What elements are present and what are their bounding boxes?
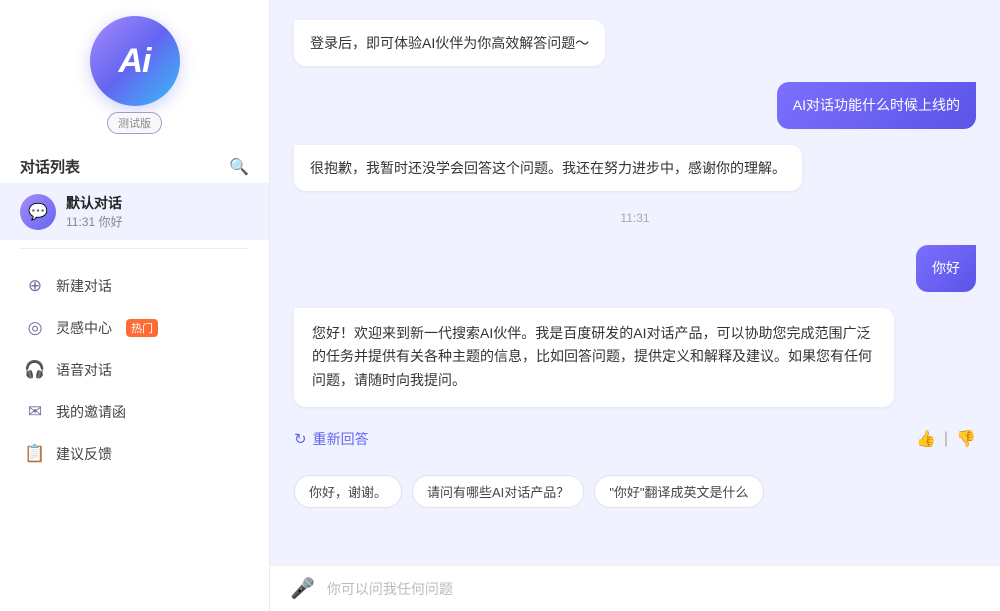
user-bubble-1: AI对话功能什么时候上线的 bbox=[777, 82, 976, 128]
chip-2[interactable]: "你好"翻译成英文是什么 bbox=[594, 475, 763, 508]
nav-item-feedback[interactable]: 📋 建议反馈 bbox=[0, 433, 269, 475]
logo-text: Ai bbox=[119, 42, 151, 81]
nav-item-new-conv[interactable]: ⊕ 新建对话 bbox=[0, 265, 269, 307]
input-area: 🎤 bbox=[270, 565, 1000, 611]
conv-avatar: 💬 bbox=[20, 194, 56, 230]
regen-label: 重新回答 bbox=[313, 429, 369, 449]
logo-circle: Ai bbox=[90, 16, 180, 106]
feedback-icon: 📋 bbox=[24, 444, 46, 464]
voice-icon: 🎧 bbox=[24, 360, 46, 380]
nav-label-voice: 语音对话 bbox=[56, 360, 112, 380]
main-chat-area: 登录后，即可体验AI伙伴为你高效解答问题～ AI对话功能什么时候上线的 很抱歉，… bbox=[270, 0, 1000, 611]
sidebar: Ai 测试版 对话列表 🔍 💬 默认对话 11:31 你好 ⊕ 新建对话 ◎ 灵… bbox=[0, 0, 270, 611]
chip-1[interactable]: 请问有哪些AI对话产品？ bbox=[412, 475, 584, 508]
nav-label-inspire: 灵感中心 bbox=[56, 318, 112, 338]
ai-bubble-1: 很抱歉，我暂时还没学会回答这个问题。我还在努力进步中，感谢你的理解。 bbox=[294, 145, 802, 191]
beta-badge: 测试版 bbox=[107, 112, 162, 134]
actions-row: ↻ 重新回答 👍 | 👎 bbox=[294, 423, 976, 455]
hot-badge: 热门 bbox=[126, 319, 158, 337]
user-bubble-2: 你好 bbox=[916, 245, 976, 291]
invite-icon: ✉ bbox=[24, 402, 46, 422]
logo-area: Ai 测试版 bbox=[90, 16, 180, 134]
user-message-1: AI对话功能什么时候上线的 bbox=[294, 82, 976, 128]
feedback-icons: 👍 | 👎 bbox=[916, 429, 976, 449]
sidebar-divider bbox=[20, 248, 249, 249]
nav-item-invite[interactable]: ✉ 我的邀请函 bbox=[0, 391, 269, 433]
welcome-bubble: 登录后，即可体验AI伙伴为你高效解答问题～ bbox=[294, 20, 605, 66]
ai-reply-2-wrapper: 您好！欢迎来到新一代搜索AI伙伴。我是百度研发的AI对话产品，可以协助您完成范围… bbox=[294, 308, 976, 407]
thumbdown-icon[interactable]: 👎 bbox=[956, 429, 976, 449]
conv-preview: 11:31 你好 bbox=[66, 213, 249, 230]
nav-item-inspire[interactable]: ◎ 灵感中心 热门 bbox=[0, 307, 269, 349]
default-conversation-item[interactable]: 💬 默认对话 11:31 你好 bbox=[0, 183, 269, 240]
section-title: 对话列表 bbox=[20, 156, 80, 177]
nav-label-new-conv: 新建对话 bbox=[56, 276, 112, 296]
nav-label-feedback: 建议反馈 bbox=[56, 444, 112, 464]
nav-item-voice[interactable]: 🎧 语音对话 bbox=[0, 349, 269, 391]
new-conv-icon: ⊕ bbox=[24, 276, 46, 296]
mic-button[interactable]: 🎤 bbox=[290, 576, 315, 601]
chat-messages: 登录后，即可体验AI伙伴为你高效解答问题～ AI对话功能什么时候上线的 很抱歉，… bbox=[270, 0, 1000, 565]
thumbup-icon[interactable]: 👍 bbox=[916, 429, 936, 449]
search-button[interactable]: 🔍 bbox=[229, 157, 249, 177]
regen-icon: ↻ bbox=[294, 430, 307, 448]
regen-button[interactable]: ↻ 重新回答 bbox=[294, 429, 369, 449]
ai-reply-1-wrapper: 很抱歉，我暂时还没学会回答这个问题。我还在努力进步中，感谢你的理解。 bbox=[294, 145, 840, 191]
conv-name: 默认对话 bbox=[66, 193, 249, 213]
welcome-message: 登录后，即可体验AI伙伴为你高效解答问题～ bbox=[294, 20, 840, 66]
suggestion-chips: 你好，谢谢。 请问有哪些AI对话产品？ "你好"翻译成英文是什么 bbox=[294, 471, 976, 516]
timestamp-1: 11:31 bbox=[294, 211, 976, 225]
conv-info: 默认对话 11:31 你好 bbox=[66, 193, 249, 230]
section-header: 对话列表 🔍 bbox=[0, 146, 269, 183]
feedback-divider: | bbox=[944, 430, 948, 448]
chip-0[interactable]: 你好，谢谢。 bbox=[294, 475, 402, 508]
user-message-2: 你好 bbox=[294, 245, 976, 291]
nav-label-invite: 我的邀请函 bbox=[56, 402, 126, 422]
chat-input[interactable] bbox=[327, 581, 980, 597]
ai-bubble-2: 您好！欢迎来到新一代搜索AI伙伴。我是百度研发的AI对话产品，可以协助您完成范围… bbox=[294, 308, 894, 407]
sidebar-nav: ⊕ 新建对话 ◎ 灵感中心 热门 🎧 语音对话 ✉ 我的邀请函 📋 建议反馈 bbox=[0, 265, 269, 475]
inspire-icon: ◎ bbox=[24, 318, 46, 338]
